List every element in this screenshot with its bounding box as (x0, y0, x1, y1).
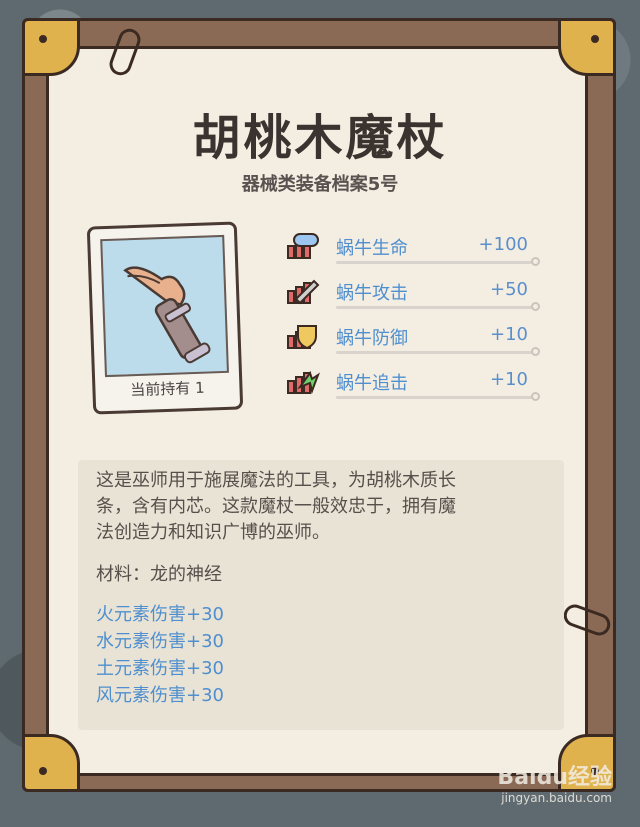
item-material: 材料：龙的神经 (96, 564, 222, 585)
item-card: 当前持有 1 (86, 221, 244, 415)
stat-value: +10 (490, 324, 528, 345)
stat-row-health: 蜗牛生命 +100 (284, 232, 540, 266)
stat-name: 蜗牛防御 (336, 328, 408, 349)
corner-bracket-top-right (558, 18, 616, 76)
stat-value: +100 (478, 234, 528, 255)
bonus-wind: 风元素伤害+30 (96, 685, 224, 706)
attack-icon (287, 279, 320, 305)
stat-name: 蜗牛追击 (336, 373, 408, 394)
stat-divider (336, 351, 532, 354)
defense-icon (287, 325, 317, 350)
description-line: 条，含有内芯。这款魔杖一般效忠于，拥有魔 (96, 496, 456, 517)
stat-row-attack: 蜗牛攻击 +50 (284, 277, 540, 311)
description-line: 法创造力和知识广博的巫师。 (96, 522, 330, 543)
description-line: 这是巫师用于施展魔法的工具，为胡桃木质长 (96, 470, 456, 491)
item-title: 胡桃木魔杖 (192, 110, 448, 166)
stat-dot (531, 302, 540, 311)
watermark: Baidu经验 jingyan.baidu.com (497, 759, 612, 805)
stat-divider (336, 261, 532, 264)
watermark-url: jingyan.baidu.com (501, 791, 612, 805)
stat-value: +50 (490, 279, 528, 300)
stat-dot (531, 257, 540, 266)
stat-divider (336, 396, 532, 399)
pursuit-icon (287, 370, 321, 395)
stat-dot (531, 392, 540, 401)
stat-row-pursuit: 蜗牛追击 +10 (284, 367, 540, 401)
item-description: 这是巫师用于施展魔法的工具，为胡桃木质长 条，含有内芯。这款魔杖一般效忠于，拥有… (96, 468, 536, 546)
item-image (100, 234, 229, 378)
bonus-water: 水元素伤害+30 (96, 631, 224, 652)
bonus-earth: 土元素伤害+30 (96, 658, 224, 679)
corner-bracket-bottom-left (22, 734, 80, 792)
wand-hand-icon (123, 266, 211, 364)
stat-row-defense: 蜗牛防御 +10 (284, 322, 540, 356)
health-icon (287, 233, 319, 259)
owned-count-label: 当前持有 1 (130, 378, 205, 400)
watermark-brand: Baidu经验 (497, 765, 612, 790)
item-subtitle: 器械类装备档案5号 (241, 174, 399, 195)
stat-name: 蜗牛攻击 (336, 283, 408, 304)
bonus-fire: 火元素伤害+30 (96, 604, 224, 625)
stat-dot (531, 347, 540, 356)
stat-value: +10 (490, 369, 528, 390)
stat-name: 蜗牛生命 (336, 238, 408, 259)
stat-divider (336, 306, 532, 309)
